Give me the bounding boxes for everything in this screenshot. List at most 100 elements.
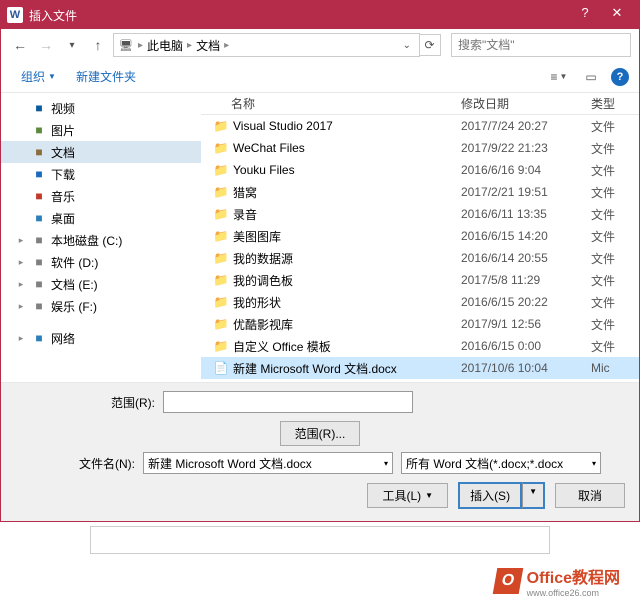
history-dropdown[interactable]: ▾ [61, 34, 83, 56]
expand-icon[interactable]: ▸ [15, 257, 27, 268]
file-row[interactable]: 📁Youku Files2016/6/16 9:04文件 [201, 159, 639, 181]
file-name: 新建 Microsoft Word 文档.docx [233, 360, 397, 377]
tree-item-label: 视频 [51, 100, 75, 117]
i-disk-icon: ■ [31, 276, 47, 292]
file-name: 我的形状 [233, 294, 281, 311]
preview-pane-button[interactable]: ▭ [579, 67, 603, 87]
file-name: Visual Studio 2017 [233, 119, 333, 133]
file-type: 文件 [591, 184, 639, 201]
file-name: 我的调色板 [233, 272, 293, 289]
expand-icon[interactable]: ▸ [15, 279, 27, 290]
range-input[interactable] [163, 391, 413, 413]
new-folder-button[interactable]: 新建文件夹 [66, 65, 146, 88]
file-row[interactable]: 📁美图图库2016/6/15 14:20文件 [201, 225, 639, 247]
tree-item[interactable]: ▸■文档 (E:) [1, 273, 201, 295]
i-disk-icon: ■ [31, 298, 47, 314]
tree-item-label: 桌面 [51, 210, 75, 227]
file-row[interactable]: 📁Visual Studio 20172017/7/24 20:27文件 [201, 115, 639, 137]
tree-item[interactable]: ■桌面 [1, 207, 201, 229]
cancel-button[interactable]: 取消 [555, 483, 625, 508]
file-date: 2016/6/14 20:55 [461, 251, 591, 265]
tree-item[interactable]: ▸ ■娱乐 (F:) [1, 295, 201, 317]
folder-icon: 📁 [213, 206, 229, 222]
close-sys-button[interactable]: ✕ [601, 5, 633, 25]
tree-item[interactable]: ■图片 [1, 119, 201, 141]
file-date: 2017/7/24 20:27 [461, 119, 591, 133]
file-row[interactable]: 📁我的调色板2017/5/8 11:29文件 [201, 269, 639, 291]
file-list[interactable]: 📁 Visual Studio 2017 2017/7/24 20:27 文件 📁WeC… [201, 115, 639, 380]
view-mode-button[interactable]: ≡▼ [547, 67, 571, 87]
folder-tree[interactable]: ■视频■图片■文档■下载■音乐■桌面▸■本地磁盘 (C:)▸■软件 (D:)▸■… [1, 93, 201, 382]
tree-item[interactable]: ▸■软件 (D:) [1, 251, 201, 273]
watermark-brand: Office教程网 [527, 564, 620, 588]
file-row[interactable]: 📁WeChat Files2017/9/22 21:23文件 [201, 137, 639, 159]
file-type: Mic [591, 361, 639, 375]
watermark: O Office教程网 www.office26.com [0, 558, 640, 604]
range-button[interactable]: 范围(R)... [280, 421, 361, 446]
nav-row: ← → ▾ ↑ 🖥 ▸ 此电脑 ▸ 文档 ▸ ⌄ ⟳ [1, 29, 639, 61]
up-button[interactable]: ↑ [87, 34, 109, 56]
expand-icon[interactable]: ▸ [15, 235, 27, 246]
i-net-icon: ■ [31, 330, 47, 346]
sys-buttons: ? ✕ [569, 5, 633, 25]
folder-icon: 📁 [213, 118, 229, 134]
breadcrumb-root[interactable]: 此电脑 [147, 37, 183, 54]
file-filter-dropdown[interactable]: 所有 Word 文档(*.docx;*.docx▾ [401, 452, 601, 474]
tree-item-label: 音乐 [51, 188, 75, 205]
tree-item-label: 图片 [51, 122, 75, 139]
file-type: 文件 [591, 272, 639, 289]
organize-button[interactable]: 组织▼ [11, 65, 66, 88]
range-label: 范围(R): [15, 394, 155, 411]
forward-button[interactable]: → [35, 34, 57, 56]
file-row[interactable]: 📁自定义 Office 模板2016/6/15 0:00文件 [201, 335, 639, 357]
help-icon[interactable]: ? [611, 68, 629, 86]
expand-icon[interactable]: ▸ [15, 301, 27, 312]
file-row[interactable]: 📁猎窝2017/2/21 19:51文件 [201, 181, 639, 203]
tree-item-label: 娱乐 (F:) [51, 298, 97, 315]
file-row[interactable]: 📁我的形状2016/6/15 20:22文件 [201, 291, 639, 313]
col-date[interactable]: 修改日期 [461, 95, 591, 112]
insert-button[interactable]: 插入(S) [458, 482, 522, 509]
file-name: 优酷影视库 [233, 316, 293, 333]
refresh-button[interactable]: ⟳ [419, 34, 441, 56]
tree-item-label: 下载 [51, 166, 75, 183]
tree-item[interactable]: ■文档 [1, 141, 201, 163]
expand-icon[interactable]: ▸ [15, 333, 27, 344]
file-pane: 名称 修改日期 类型 📁 Visual Studio 2017 2017/7/24 … [201, 93, 639, 382]
tree-item[interactable]: ▸■网络 [1, 327, 201, 349]
col-name[interactable]: 名称 [201, 95, 461, 112]
i-music-icon: ■ [31, 188, 47, 204]
insert-split-button[interactable]: 插入(S) ▼ [458, 482, 545, 509]
breadcrumb-drop[interactable]: ⌄ [399, 40, 415, 51]
tree-item[interactable]: ■视频 [1, 97, 201, 119]
file-type: 文件 [591, 162, 639, 179]
search-input[interactable] [451, 33, 631, 57]
i-doc-icon: ■ [31, 144, 47, 160]
back-button[interactable]: ← [9, 34, 31, 56]
insert-dropdown[interactable]: ▼ [522, 482, 545, 509]
word-app-icon: W [7, 7, 23, 23]
i-video-icon: ■ [31, 100, 47, 116]
folder-icon: 📁 [213, 294, 229, 310]
col-type[interactable]: 类型 [591, 95, 639, 112]
help-sys-button[interactable]: ? [569, 5, 601, 25]
tree-item[interactable]: ▸■本地磁盘 (C:) [1, 229, 201, 251]
file-row[interactable]: 📄新建 Microsoft Word 文档.docx2017/10/6 10:0… [201, 357, 639, 379]
file-date: 2016/6/15 14:20 [461, 229, 591, 243]
file-date: 2017/2/21 19:51 [461, 185, 591, 199]
file-date: 2016/6/15 20:22 [461, 295, 591, 309]
file-type: 文件 [591, 338, 639, 355]
tree-item[interactable]: ■音乐 [1, 185, 201, 207]
file-row[interactable]: 📁我的数据源2016/6/14 20:55文件 [201, 247, 639, 269]
file-row[interactable]: 📁优酷影视库2017/9/1 12:56文件 [201, 313, 639, 335]
tools-button[interactable]: 工具(L)▼ [367, 483, 448, 508]
file-row[interactable]: 📁录音2016/6/11 13:35文件 [201, 203, 639, 225]
tree-item[interactable]: ■下载 [1, 163, 201, 185]
toolbar: 组织▼ 新建文件夹 ≡▼ ▭ ? [1, 61, 639, 93]
filename-combobox[interactable]: 新建 Microsoft Word 文档.docx▾ [143, 452, 393, 474]
breadcrumb[interactable]: 🖥 ▸ 此电脑 ▸ 文档 ▸ ⌄ [113, 33, 420, 57]
bottom-panel: 范围(R): 范围(R)... 文件名(N): 新建 Microsoft Wor… [1, 383, 639, 521]
breadcrumb-folder[interactable]: 文档 [196, 37, 220, 54]
domain-input[interactable] [90, 526, 550, 554]
file-name: 美图图库 [233, 228, 281, 245]
